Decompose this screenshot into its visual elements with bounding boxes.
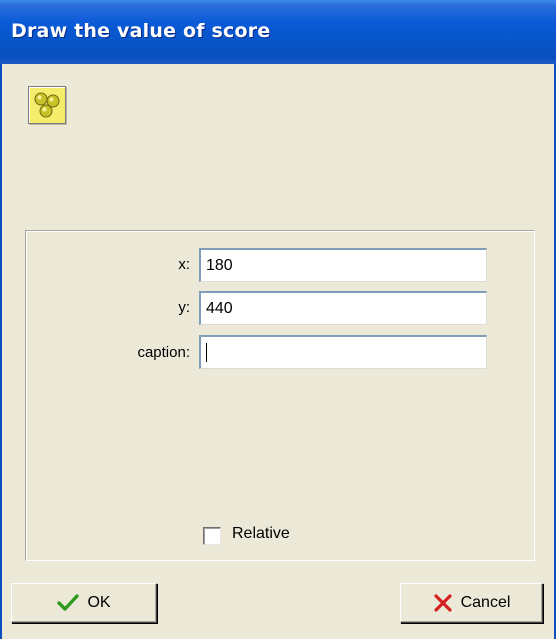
checkmark-icon <box>57 594 80 612</box>
y-label: y: <box>178 299 190 316</box>
y-field[interactable] <box>199 291 487 325</box>
title-bar[interactable]: Draw the value of score <box>0 0 556 64</box>
ok-button[interactable]: OK <box>11 583 157 623</box>
window-title: Draw the value of score <box>11 20 271 42</box>
score-balls-icon <box>28 86 66 124</box>
text-caret <box>206 343 207 362</box>
x-label: x: <box>178 256 190 273</box>
cancel-button[interactable]: Cancel <box>400 583 543 623</box>
caption-label: caption: <box>137 344 190 361</box>
cancel-button-label: Cancel <box>460 594 511 611</box>
dialog-window: Draw the value of score x: y: caption: R… <box>0 0 556 639</box>
window-frame-left <box>0 64 2 639</box>
relative-label[interactable]: Relative <box>232 525 290 543</box>
caption-field[interactable] <box>199 335 487 369</box>
x-field[interactable] <box>199 248 487 282</box>
x-cross-icon <box>433 593 453 613</box>
relative-checkbox[interactable] <box>203 527 221 545</box>
ok-button-label: OK <box>87 594 111 611</box>
